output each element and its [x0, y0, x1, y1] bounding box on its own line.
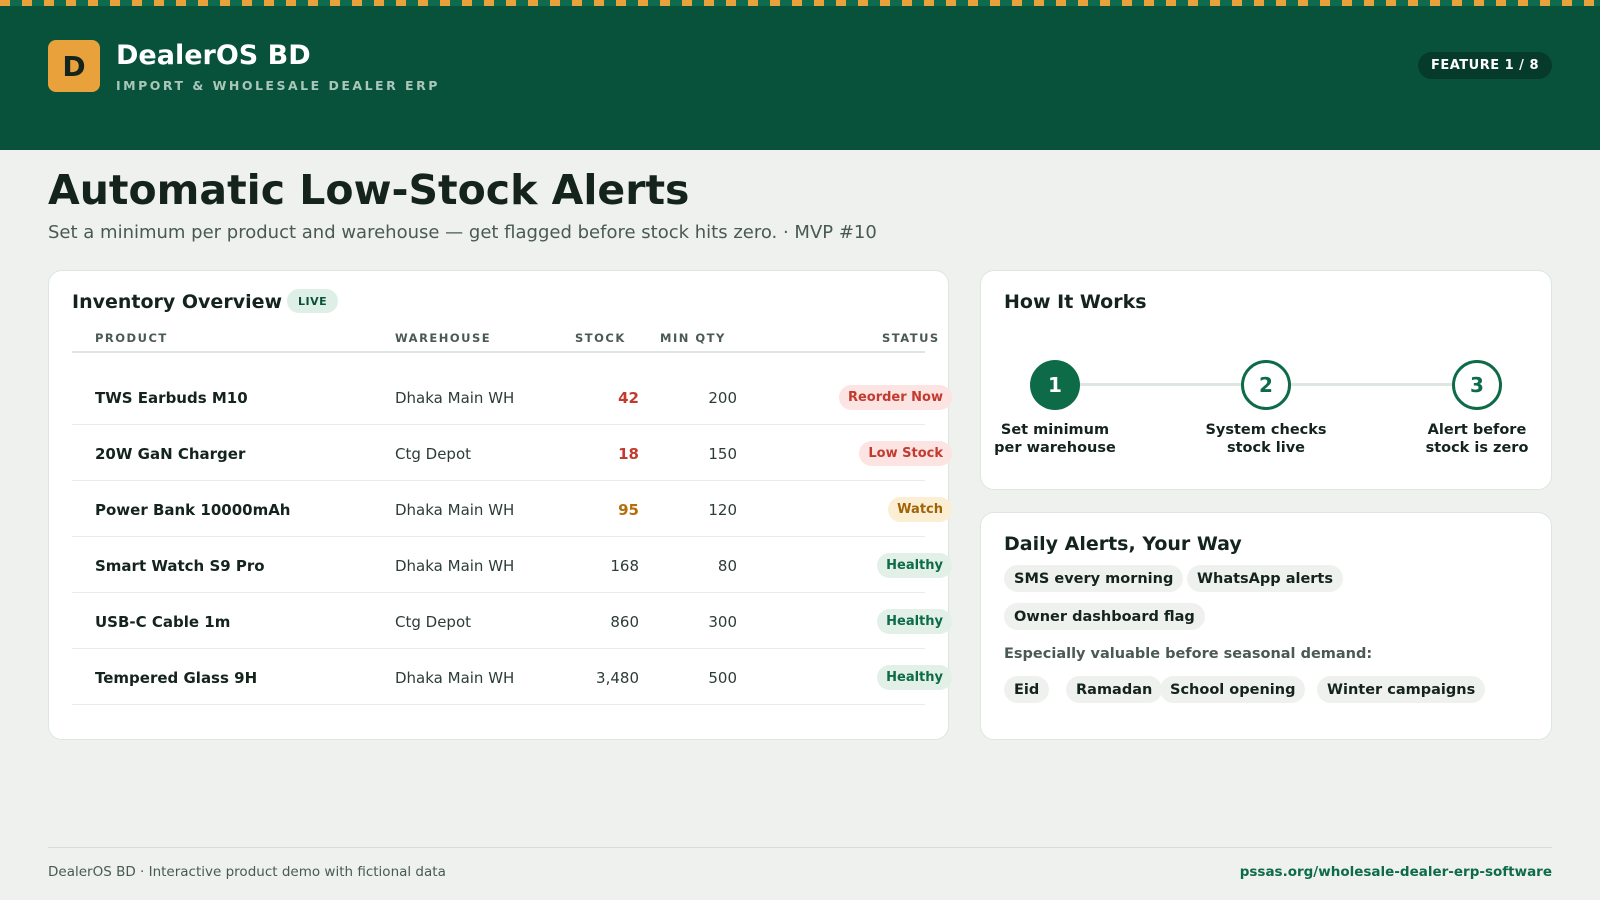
table-row[interactable]: Tempered Glass 9H Dhaka Main WH 3,480 50… — [72, 649, 952, 705]
product-name: Tempered Glass 9H — [95, 669, 258, 687]
status-badge: Reorder Now — [838, 385, 952, 410]
step-1-circle: 1 — [1030, 360, 1080, 410]
stock-value: 18 — [618, 445, 639, 463]
table-row[interactable]: USB-C Cable 1m Ctg Depot 860 300 Healthy — [72, 593, 952, 649]
logo-icon: D — [48, 40, 100, 92]
step-3-label: Alert before stock is zero — [1402, 421, 1552, 457]
min-qty-value: 120 — [708, 501, 737, 519]
min-qty-value: 200 — [708, 389, 737, 407]
chip-whatsapp[interactable]: WhatsApp alerts — [1187, 565, 1343, 592]
step-3-label-line1: Alert before — [1427, 422, 1527, 438]
how-it-works-title: How It Works — [1004, 291, 1147, 313]
header-stripe — [0, 0, 1600, 6]
status-badge: Healthy — [877, 553, 952, 578]
chip-sms[interactable]: SMS every morning — [1004, 565, 1184, 592]
chip-eid[interactable]: Eid — [1004, 676, 1050, 703]
table-row[interactable]: 20W GaN Charger Ctg Depot 18 150 Low Sto… — [72, 425, 952, 481]
page-subtitle: Set a minimum per product and warehouse … — [48, 222, 877, 243]
min-qty-value: 80 — [717, 557, 737, 575]
step-2-circle: 2 — [1241, 360, 1291, 410]
product-name: Power Bank 10000mAh — [95, 501, 291, 519]
seasonal-note: Especially valuable before seasonal dema… — [1004, 646, 1373, 662]
daily-alerts-card: Daily Alerts, Your Way SMS every morning… — [980, 512, 1552, 740]
stock-value: 42 — [618, 389, 639, 407]
warehouse-name: Ctg Depot — [395, 613, 472, 631]
brand-tagline: IMPORT & WHOLESALE DEALER ERP — [116, 78, 440, 93]
step-3-circle: 3 — [1452, 360, 1502, 410]
brand-name: DealerOS BD — [116, 40, 311, 71]
chip-winter-campaigns[interactable]: Winter campaigns — [1317, 676, 1486, 703]
status-badge: Watch — [888, 497, 952, 522]
warehouse-name: Dhaka Main WH — [395, 557, 515, 575]
step-2-label-line2: stock live — [1226, 440, 1306, 456]
footer-divider — [48, 847, 1552, 848]
warehouse-name: Dhaka Main WH — [395, 669, 515, 687]
stock-value: 168 — [610, 557, 639, 575]
how-it-works-card: How It Works 1 2 3 Set minimum per wareh… — [980, 270, 1552, 490]
min-qty-value: 300 — [708, 613, 737, 631]
stock-value: 95 — [618, 501, 639, 519]
warehouse-name: Dhaka Main WH — [395, 389, 515, 407]
footer-disclaimer: DealerOS BD · Interactive product demo w… — [48, 864, 446, 880]
inventory-title: Inventory Overview — [72, 291, 283, 313]
chip-ramadan[interactable]: Ramadan — [1066, 676, 1163, 703]
product-name: USB-C Cable 1m — [95, 613, 231, 631]
table-row[interactable]: Smart Watch S9 Pro Dhaka Main WH 168 80 … — [72, 537, 952, 593]
column-header-product: PRODUCT — [95, 331, 168, 345]
page-title: Automatic Low-Stock Alerts — [48, 166, 690, 214]
stock-value: 860 — [610, 613, 639, 631]
inventory-overview-card: Inventory Overview LIVE PRODUCT WAREHOUS… — [48, 270, 952, 740]
product-name: 20W GaN Charger — [95, 445, 246, 463]
status-badge: Healthy — [877, 609, 952, 634]
step-1-label: Set minimum per warehouse — [980, 421, 1130, 457]
step-2-label: System checks stock live — [1191, 421, 1341, 457]
app-header: D DealerOS BD IMPORT & WHOLESALE DEALER … — [0, 0, 1600, 150]
column-header-warehouse: WAREHOUSE — [395, 331, 492, 345]
warehouse-name: Dhaka Main WH — [395, 501, 515, 519]
min-qty-value: 150 — [708, 445, 737, 463]
status-badge: Low Stock — [859, 441, 952, 466]
step-1-label-line2: per warehouse — [994, 440, 1116, 456]
product-name: TWS Earbuds M10 — [95, 389, 248, 407]
column-header-min-qty: MIN QTY — [660, 331, 726, 345]
chip-school-opening[interactable]: School opening — [1160, 676, 1306, 703]
live-badge: LIVE — [287, 289, 339, 313]
table-row[interactable]: TWS Earbuds M10 Dhaka Main WH 42 200 Reo… — [72, 369, 952, 425]
status-badge: Healthy — [877, 665, 952, 690]
feature-counter-badge: FEATURE 1 / 8 — [1417, 52, 1552, 79]
step-1-label-line1: Set minimum — [1000, 422, 1110, 438]
stock-value: 3,480 — [596, 669, 639, 687]
min-qty-value: 500 — [708, 669, 737, 687]
table-header-divider — [72, 351, 925, 353]
column-header-stock: STOCK — [575, 331, 626, 345]
chip-owner-dashboard[interactable]: Owner dashboard flag — [1004, 603, 1205, 630]
warehouse-name: Ctg Depot — [395, 445, 472, 463]
table-row[interactable]: Power Bank 10000mAh Dhaka Main WH 95 120… — [72, 481, 952, 537]
step-2-label-line1: System checks — [1205, 422, 1327, 438]
daily-alerts-title: Daily Alerts, Your Way — [1004, 533, 1242, 555]
step-3-label-line2: stock is zero — [1425, 440, 1529, 456]
column-header-status: STATUS — [882, 331, 940, 345]
footer-link[interactable]: pssas.org/wholesale-dealer-erp-software — [1240, 864, 1552, 880]
product-name: Smart Watch S9 Pro — [95, 557, 265, 575]
